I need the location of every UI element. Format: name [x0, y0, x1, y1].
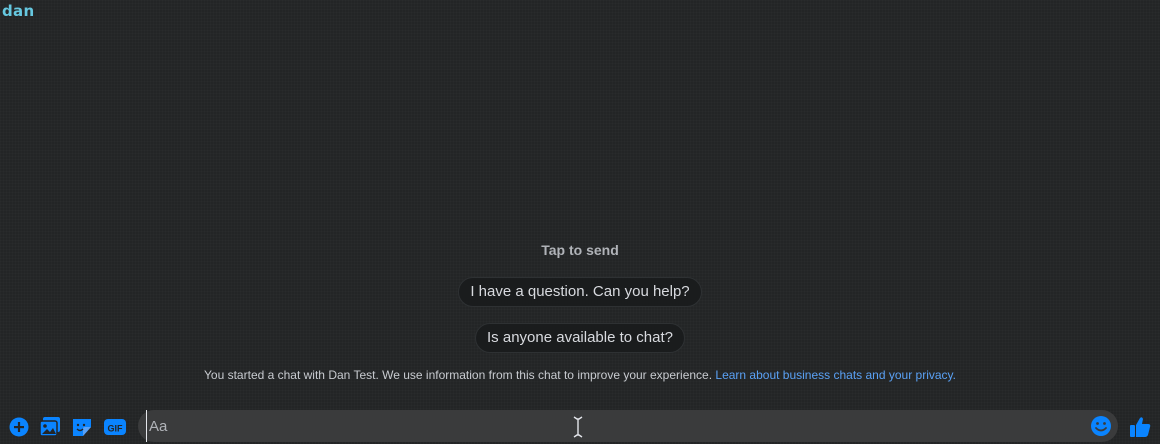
- disclaimer-text: You started a chat with Dan Test. We use…: [204, 368, 713, 382]
- suggestion-chip-available[interactable]: Is anyone available to chat?: [475, 323, 685, 353]
- message-input-wrapper: [138, 410, 1118, 442]
- gif-label: GIF: [108, 424, 124, 434]
- message-composer: GIF: [0, 408, 1160, 444]
- privacy-link[interactable]: Learn about business chats and your priv…: [715, 368, 956, 382]
- chat-window: dan Tap to send I have a question. Can y…: [0, 0, 1160, 444]
- suggestion-chip-question[interactable]: I have a question. Can you help?: [458, 277, 702, 307]
- chat-header-name: dan: [2, 2, 35, 20]
- privacy-disclaimer: You started a chat with Dan Test. We use…: [204, 368, 956, 382]
- suggestions-panel: Tap to send I have a question. Can you h…: [0, 236, 1160, 382]
- sticker-icon[interactable]: [71, 416, 93, 438]
- tap-to-send-label: Tap to send: [541, 242, 619, 258]
- text-cursor-icon: [573, 416, 583, 438]
- plus-circle-icon[interactable]: [8, 416, 30, 438]
- photo-icon[interactable]: [39, 416, 61, 438]
- gif-icon[interactable]: GIF: [103, 416, 127, 438]
- emoji-icon[interactable]: [1090, 415, 1112, 437]
- thumbs-up-icon[interactable]: [1128, 415, 1152, 439]
- message-input[interactable]: [146, 410, 1086, 442]
